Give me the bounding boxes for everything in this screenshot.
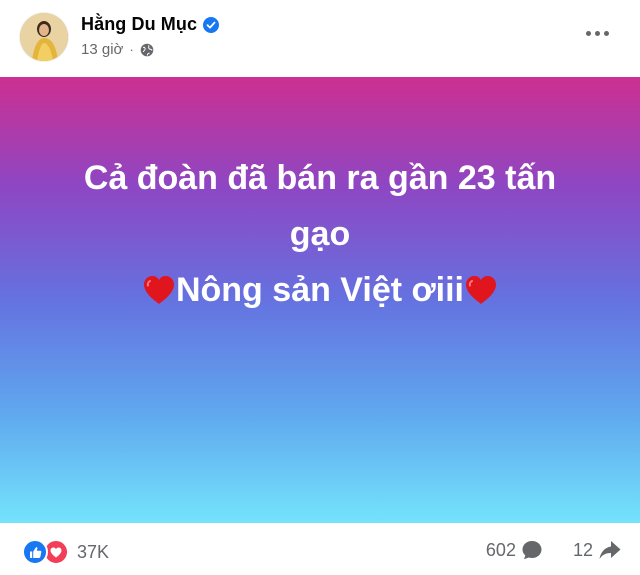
reactions-summary[interactable]: 37K (22, 539, 109, 565)
engagement-stats: 602 12 (486, 539, 622, 561)
share-icon (599, 541, 621, 559)
post-line-3: Nông sản Việt ơiii (40, 262, 600, 318)
avatar-image (20, 13, 68, 61)
post-time[interactable]: 13 giờ (81, 41, 123, 58)
post-text: Cả đoàn đã bán ra gần 23 tấn gạo Nông sả… (40, 150, 600, 318)
comments-stat[interactable]: 602 (486, 539, 543, 561)
shares-stat[interactable]: 12 (573, 539, 622, 561)
globe-icon[interactable] (140, 43, 154, 57)
reaction-count: 37K (77, 541, 110, 562)
author-name[interactable]: Hằng Du Mục (81, 14, 197, 35)
post-line-2: gạo (289, 215, 351, 253)
post-line-1: Cả đoàn đã bán ra gần 23 tấn (83, 159, 557, 197)
post-header: Hằng Du Mục 13 giờ · (0, 0, 640, 77)
like-reaction-icon (22, 539, 48, 565)
verified-badge-icon (203, 16, 220, 33)
post-meta: 13 giờ · (81, 41, 154, 58)
heart-icon (143, 276, 174, 304)
comment-icon (522, 541, 542, 560)
post-line-3-text: Nông sản Việt ơiii (175, 271, 465, 309)
more-options-icon[interactable] (586, 26, 610, 40)
comments-count: 602 (485, 539, 516, 560)
meta-separator: · (129, 42, 134, 57)
shares-count: 12 (572, 539, 593, 560)
more-dot (595, 30, 600, 36)
heart-icon (466, 276, 497, 304)
author-row: Hằng Du Mục (81, 14, 220, 35)
avatar[interactable] (20, 13, 68, 61)
more-dot (604, 30, 609, 36)
more-dot (586, 30, 591, 36)
post-footer: 37K 602 12 (0, 523, 640, 575)
